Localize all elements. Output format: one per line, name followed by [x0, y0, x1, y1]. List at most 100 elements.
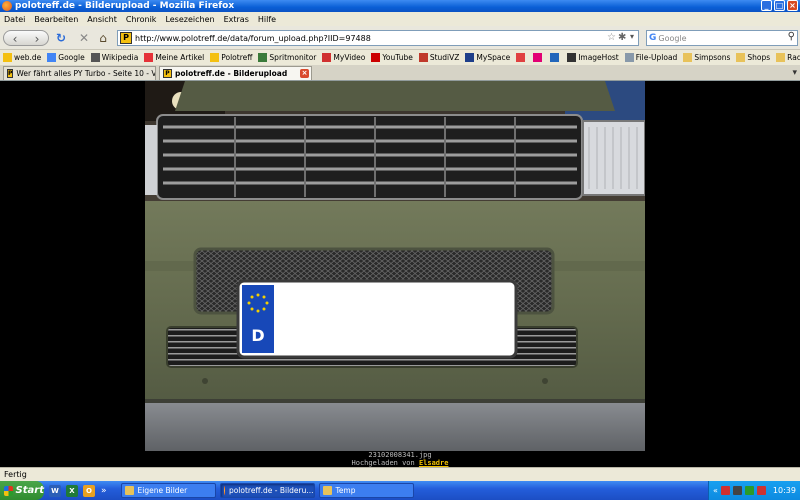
menu-hilfe[interactable]: Hilfe: [258, 15, 276, 24]
ebay-icon: [144, 53, 154, 62]
taskbar-item-label: Temp: [335, 486, 356, 495]
car-front-photo: D: [145, 81, 645, 451]
status-bar: Fertig: [0, 467, 800, 481]
quicklaunch-more-icon[interactable]: »: [101, 486, 107, 496]
home-icon[interactable]: ⌂: [96, 30, 110, 46]
page-style-icon[interactable]: ✱: [618, 32, 630, 44]
search-placeholder[interactable]: Google: [658, 34, 686, 43]
bookmark-label: File-Upload: [635, 53, 678, 62]
bookmark-item[interactable]: Polotreff: [210, 53, 252, 62]
bookmark-label: MyVideo: [333, 53, 366, 62]
taskbar-item-label: Eigene Bilder: [137, 486, 188, 495]
window-title: polotreff.de - Bilderupload - Mozilla Fi…: [15, 1, 235, 11]
tab-bar: P Wer fährt alles PY Turbo - Seite 10 - …: [0, 65, 800, 81]
menu-datei[interactable]: Datei: [4, 15, 25, 24]
tab-list-icon[interactable]: ▾: [792, 68, 797, 78]
folder-icon: [736, 53, 746, 62]
taskbar-item-temp[interactable]: Temp: [318, 483, 414, 498]
tray-antivirus-icon[interactable]: [756, 486, 766, 495]
google-search-engine-icon[interactable]: G: [649, 33, 656, 43]
bookmark-item[interactable]: [516, 53, 527, 62]
taskbar-item-eigene-bilder[interactable]: Eigene Bilder: [120, 483, 216, 498]
image-filename: 23102008341.jpg: [368, 451, 432, 459]
bookmark-item[interactable]: File-Upload: [624, 53, 678, 62]
windows-logo-icon: [4, 485, 13, 496]
tray-network-icon[interactable]: [732, 486, 742, 495]
firefox-icon: [223, 486, 225, 495]
status-text: Fertig: [4, 470, 27, 479]
bookmark-item[interactable]: MyVideo: [322, 53, 365, 62]
bookmark-label: Radio: [787, 53, 800, 62]
firefox-icon: [2, 1, 12, 11]
bookmark-item[interactable]: Radio: [776, 53, 800, 62]
url-text[interactable]: http://www.polotreff.de/data/forum_uploa…: [135, 34, 371, 43]
start-label: Start: [15, 485, 44, 496]
bookmark-item[interactable]: Google: [47, 53, 85, 62]
bookmark-item[interactable]: Shops: [736, 53, 770, 62]
back-arrow-icon[interactable]: ‹: [13, 31, 18, 46]
outlook-icon[interactable]: O: [83, 484, 95, 497]
url-bar[interactable]: P http://www.polotreff.de/data/forum_upl…: [117, 30, 639, 46]
t-online-icon: [533, 53, 543, 62]
minimize-button[interactable]: _: [761, 0, 772, 11]
word-icon[interactable]: W: [49, 484, 61, 497]
taskbar-item-label: polotreff.de - Bilderu...: [228, 486, 314, 495]
close-button[interactable]: ×: [787, 0, 798, 11]
caption-prefix: Hochgeladen von: [351, 459, 415, 467]
bookmark-item[interactable]: [533, 53, 544, 62]
back-forward-buttons[interactable]: ‹ ›: [3, 30, 49, 46]
menu-extras[interactable]: Extras: [224, 15, 249, 24]
tray-security-icon[interactable]: [744, 486, 754, 495]
no-entry-icon: [516, 53, 526, 62]
tray-app-icon[interactable]: [720, 486, 730, 495]
tab-py-turbo[interactable]: P Wer fährt alles PY Turbo - Seite 10 - …: [3, 66, 156, 80]
close-tab-icon[interactable]: ×: [300, 69, 309, 78]
bookmark-item[interactable]: Spritmonitor: [258, 53, 316, 62]
bookmark-label: web.de: [14, 53, 42, 62]
bookmark-item[interactable]: Wikipedia: [90, 53, 138, 62]
clock[interactable]: 10:39: [773, 486, 796, 495]
title-bar[interactable]: polotreff.de - Bilderupload - Mozilla Fi…: [0, 0, 800, 12]
menu-lesezeichen[interactable]: Lesezeichen: [165, 15, 214, 24]
uploader-link[interactable]: Elsadre: [419, 459, 449, 467]
bookmark-item[interactable]: StudiVZ: [418, 53, 459, 62]
bookmark-item[interactable]: MySpace: [465, 53, 510, 62]
system-tray: « 10:39: [708, 481, 800, 500]
reload-icon[interactable]: ↻: [54, 30, 68, 46]
taskbar-item-firefox[interactable]: polotreff.de - Bilderu...: [219, 483, 315, 498]
excel-icon[interactable]: X: [66, 484, 78, 497]
bookmark-label: YouTube: [382, 53, 413, 62]
plate-country-letter: D: [251, 326, 264, 345]
tray-expand-icon[interactable]: «: [713, 486, 718, 495]
bookmark-label: Meine Artikel: [155, 53, 205, 62]
folder-icon: [322, 486, 332, 495]
search-box[interactable]: G Google ⚲: [646, 30, 798, 46]
bookmark-item[interactable]: [550, 53, 561, 62]
menu-ansicht[interactable]: Ansicht: [87, 15, 117, 24]
start-button[interactable]: Start: [0, 481, 44, 500]
webde-icon: [3, 53, 12, 62]
page-content: D 23102008341.jpg Hochgeladen von Elsadr…: [0, 81, 800, 467]
bookmark-item[interactable]: web.de: [3, 53, 41, 62]
folder-icon: [124, 486, 134, 495]
bookmark-star-icon[interactable]: ☆: [607, 32, 616, 43]
bookmark-item[interactable]: Simpsons: [683, 53, 730, 62]
tab-bilderupload[interactable]: P polotreff.de - Bilderupload ×: [159, 66, 312, 80]
bookmark-label: ImageHost: [578, 53, 619, 62]
folder-icon: [683, 53, 693, 62]
menu-chronik[interactable]: Chronik: [126, 15, 157, 24]
url-dropdown-icon[interactable]: ▾: [630, 32, 634, 41]
stop-icon[interactable]: ✕: [78, 30, 90, 46]
polotreff-favicon-icon: P: [163, 69, 172, 78]
maximize-button[interactable]: □: [774, 0, 785, 11]
forward-arrow-icon[interactable]: ›: [35, 31, 40, 46]
bookmark-label: Google: [58, 53, 85, 62]
menu-bearbeiten[interactable]: Bearbeiten: [34, 15, 78, 24]
bookmark-item[interactable]: ImageHost: [567, 53, 619, 62]
bookmark-item[interactable]: YouTube: [371, 53, 413, 62]
tab-label: Wer fährt alles PY Turbo - Seite 10 - V.…: [16, 69, 156, 78]
bookmark-label: Polotreff: [221, 53, 253, 62]
uploaded-photo: D: [145, 81, 645, 451]
search-magnifier-icon[interactable]: ⚲: [788, 31, 795, 42]
bookmark-item[interactable]: Meine Artikel: [144, 53, 204, 62]
